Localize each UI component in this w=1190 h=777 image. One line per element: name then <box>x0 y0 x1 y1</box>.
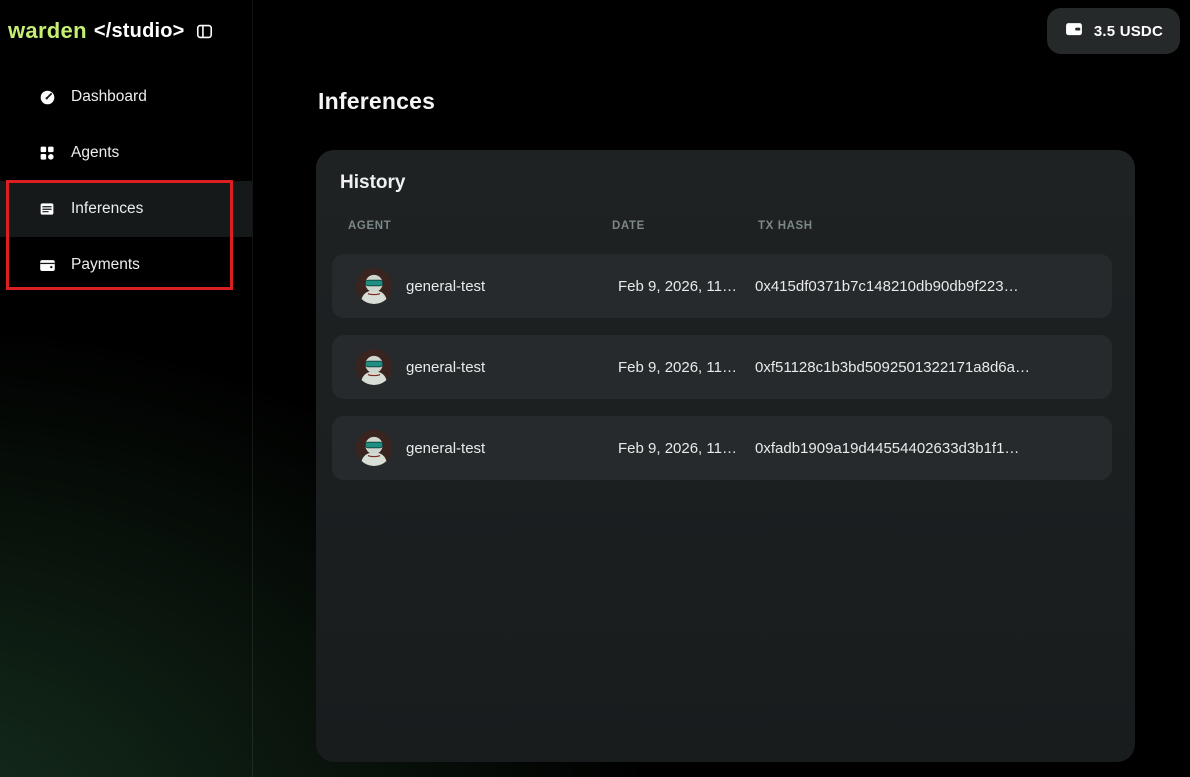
agent-avatar <box>356 430 392 466</box>
agent-name: general-test <box>406 359 485 376</box>
row-tx-hash: 0xfadb1909a19d44554402633d3b1f1… <box>755 440 1112 457</box>
history-card: History AGENT DATE TX HASH <box>316 150 1135 762</box>
grid-icon <box>37 143 57 163</box>
history-column-headers: AGENT DATE TX HASH <box>348 220 1103 232</box>
sidebar-item-payments[interactable]: Payments <box>0 237 252 293</box>
column-header-txhash: TX HASH <box>758 220 1103 232</box>
row-tx-hash: 0x415df0371b7c148210db90db9f223… <box>755 278 1112 295</box>
sidebar-item-dashboard[interactable]: Dashboard <box>0 69 252 125</box>
row-date: Feb 9, 2026, 11… <box>618 440 755 457</box>
table-row[interactable]: general-test Feb 9, 2026, 11… 0x415df037… <box>332 254 1112 318</box>
agent-avatar <box>356 268 392 304</box>
sidebar-item-label: Dashboard <box>71 88 147 106</box>
agent-cell: general-test <box>356 349 618 385</box>
gauge-icon <box>37 87 57 107</box>
table-row[interactable]: general-test Feb 9, 2026, 11… 0xf51128c1… <box>332 335 1112 399</box>
agent-cell: general-test <box>356 430 618 466</box>
wallet-icon <box>1064 19 1084 44</box>
row-date: Feb 9, 2026, 11… <box>618 359 755 376</box>
page-title: Inferences <box>318 88 435 115</box>
wallet-balance-value: 3.5 USDC <box>1094 23 1163 40</box>
sidebar-item-agents[interactable]: Agents <box>0 125 252 181</box>
brand-suffix: </studio> <box>94 20 185 43</box>
wallet-icon <box>37 255 57 275</box>
agent-avatar <box>356 349 392 385</box>
row-date: Feb 9, 2026, 11… <box>618 278 755 295</box>
sidebar-item-label: Agents <box>71 144 119 162</box>
column-header-date: DATE <box>612 220 758 232</box>
table-row[interactable]: general-test Feb 9, 2026, 11… 0xfadb1909… <box>332 416 1112 480</box>
sidebar-collapse-icon[interactable] <box>195 22 214 41</box>
agent-cell: general-test <box>356 268 618 304</box>
history-row-list: general-test Feb 9, 2026, 11… 0x415df037… <box>332 254 1112 480</box>
sidebar-item-label: Payments <box>71 256 140 274</box>
agent-name: general-test <box>406 278 485 295</box>
wallet-balance-button[interactable]: 3.5 USDC <box>1047 8 1180 54</box>
app-root: warden </studio> Dashboard <box>0 0 1190 777</box>
agent-name: general-test <box>406 440 485 457</box>
row-tx-hash: 0xf51128c1b3bd5092501322171a8d6a… <box>755 359 1112 376</box>
sidebar-item-label: Inferences <box>71 200 143 218</box>
sidebar-item-inferences[interactable]: Inferences <box>0 181 252 237</box>
list-icon <box>37 199 57 219</box>
brand-logo: warden </studio> <box>8 18 214 44</box>
sidebar-nav: Dashboard Agents <box>0 69 252 293</box>
brand-name: warden <box>8 18 87 44</box>
sidebar: warden </studio> Dashboard <box>0 0 253 777</box>
history-card-title: History <box>340 172 405 194</box>
column-header-agent: AGENT <box>348 220 612 232</box>
